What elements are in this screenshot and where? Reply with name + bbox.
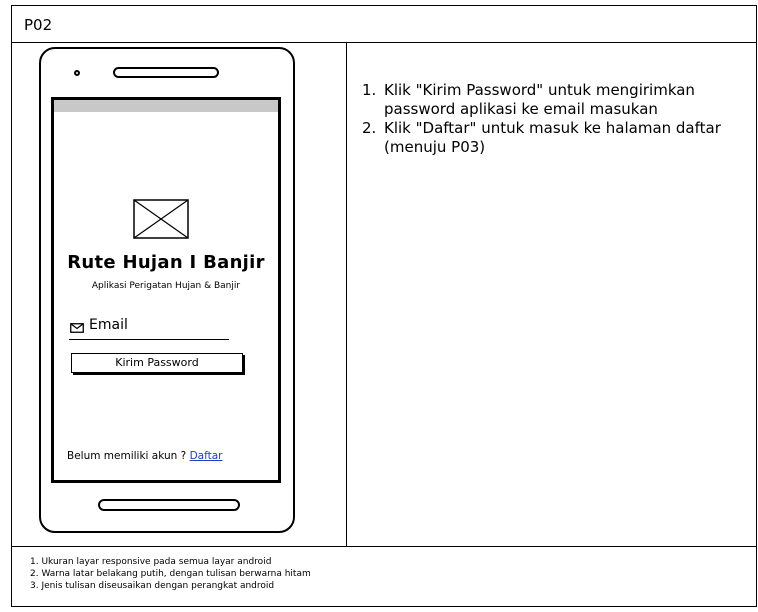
camera-icon	[74, 70, 80, 76]
instruction-number: 2.	[362, 119, 377, 137]
speaker-icon	[113, 67, 219, 78]
status-bar	[54, 100, 278, 112]
note-item: 2. Warna latar belakang putih, dengan tu…	[30, 569, 311, 579]
instruction-text: Klik "Kirim Password" untuk mengirimkan …	[384, 81, 695, 118]
app-subtitle: Aplikasi Perigatan Hujan & Banjir	[91, 281, 241, 291]
instruction-item: 2. Klik "Daftar" untuk masuk ke halaman …	[362, 119, 752, 157]
send-password-button[interactable]: Kirim Password	[71, 353, 243, 373]
column-divider	[346, 42, 347, 546]
note-item: 1. Ukuran layar responsive pada semua la…	[30, 557, 272, 567]
page-id-title: P02	[24, 16, 53, 34]
signup-link[interactable]: Daftar	[190, 450, 223, 462]
mail-icon	[70, 323, 84, 333]
email-field[interactable]: Email	[69, 317, 229, 340]
app-title: Rute Hujan I Banjir	[67, 252, 265, 273]
signup-prompt-text: Belum memiliki akun ?	[67, 450, 190, 462]
notes-list: 1. Ukuran layar responsive pada semua la…	[30, 556, 311, 592]
image-placeholder-icon	[133, 199, 189, 239]
instruction-number: 1.	[362, 81, 377, 99]
notes-divider	[12, 546, 756, 547]
instruction-item: 1. Klik "Kirim Password" untuk mengirimk…	[362, 81, 752, 119]
note-item: 3. Jenis tulisan diseusaikan dengan pera…	[30, 581, 275, 591]
header: P02	[12, 6, 756, 43]
wireframe-frame: P02 Rute Hujan I Banjir Aplikasi Perigat…	[11, 5, 757, 607]
phone-mockup: Rute Hujan I Banjir Aplikasi Perigatan H…	[39, 47, 295, 533]
email-placeholder: Email	[89, 317, 128, 333]
instruction-list: 1. Klik "Kirim Password" untuk mengirimk…	[362, 81, 752, 157]
signup-prompt: Belum memiliki akun ? Daftar	[67, 450, 222, 462]
instruction-text: Klik "Daftar" untuk masuk ke halaman daf…	[384, 119, 721, 156]
phone-screen: Rute Hujan I Banjir Aplikasi Perigatan H…	[51, 97, 281, 483]
home-button	[98, 499, 240, 511]
